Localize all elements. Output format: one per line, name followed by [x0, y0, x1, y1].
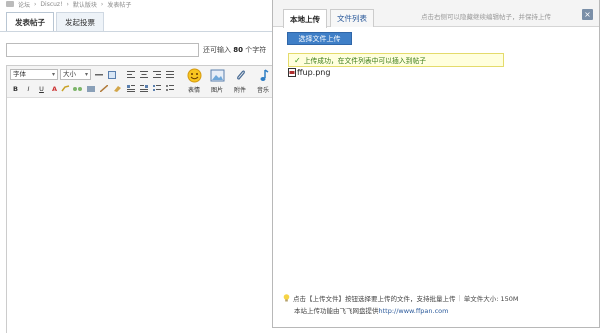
ordered-list-icon[interactable]	[152, 84, 161, 93]
italic-icon[interactable]: I	[24, 84, 33, 93]
font-family-select[interactable]: 字体	[10, 69, 58, 80]
uploaded-file-item[interactable]: ffup.png	[288, 68, 330, 77]
image-button[interactable]: 图片	[206, 68, 228, 96]
attachment-label: 附件	[233, 87, 246, 94]
font-size-select[interactable]: 大小	[60, 69, 91, 80]
unordered-list-icon[interactable]	[165, 84, 174, 93]
image-file-icon	[288, 68, 296, 77]
music-note-icon	[260, 69, 268, 81]
editor: 字体 大小 B I U A 表情 图片 附件	[6, 65, 281, 334]
breadcrumb-item[interactable]: 论坛	[18, 0, 30, 9]
paperclip-icon	[236, 70, 245, 80]
close-icon[interactable]: ×	[582, 9, 593, 20]
tabs-divider	[0, 31, 280, 32]
breadcrumb-item[interactable]: 默认版块	[73, 0, 97, 9]
align-right-icon[interactable]	[152, 70, 161, 79]
subject-char-hint: 还可输入 80 个字符	[203, 46, 267, 54]
dialog-header: 本地上传 文件列表 点击右侧可以隐藏继续编辑帖子，并保持上传 ×	[273, 0, 599, 28]
float-right-icon[interactable]	[139, 84, 148, 93]
upload-tip: 点击【上传文件】按钮选择要上传的文件，支持批量上传 | 单文件大小: 150M	[283, 293, 518, 303]
upload-dialog: 本地上传 文件列表 点击右侧可以隐藏继续编辑帖子，并保持上传 × 选择文件上传 …	[272, 0, 600, 328]
file-size-limit: 单文件大小: 150M	[463, 295, 519, 303]
tab-new-poll[interactable]: 发起投票	[56, 12, 104, 31]
breadcrumb-item[interactable]: Discuz!	[40, 1, 62, 8]
bold-icon[interactable]: B	[11, 84, 20, 93]
format-icon[interactable]	[113, 84, 122, 93]
underline-icon[interactable]: U	[37, 84, 46, 93]
breadcrumb: 论坛 › Discuz! › 默认版块 › 发表帖子	[0, 0, 280, 8]
quote-icon[interactable]	[86, 84, 95, 93]
font-color-icon[interactable]: A	[50, 84, 59, 93]
check-icon: ✓	[294, 55, 301, 65]
home-icon[interactable]	[6, 1, 14, 7]
upload-tip-text: 点击【上传文件】按钮选择要上传的文件，支持批量上传	[293, 295, 456, 303]
unlink-icon[interactable]	[73, 84, 82, 93]
smiley-icon	[187, 68, 201, 83]
post-tabs: 发表帖子 发起投票	[6, 12, 106, 31]
link-icon[interactable]	[61, 84, 70, 93]
attachment-button[interactable]: 附件	[229, 68, 251, 96]
ffpan-link[interactable]: http://www.ffpan.com	[379, 307, 449, 315]
powered-by-text: 本站上传功能由飞飞网盘提供	[294, 307, 379, 315]
editor-content-area[interactable]	[7, 98, 281, 334]
align-left-icon[interactable]	[126, 70, 135, 79]
tab-local-upload[interactable]: 本地上传	[283, 9, 327, 28]
smiley-label: 表情	[187, 87, 200, 94]
music-button[interactable]: 音乐	[252, 68, 274, 96]
table-icon[interactable]	[107, 70, 116, 79]
tab-new-post[interactable]: 发表帖子	[6, 12, 54, 31]
success-text: 上传成功，在文件列表中可以插入到帖子	[303, 57, 427, 65]
image-label: 图片	[210, 87, 223, 94]
upload-success-message: ✓ 上传成功，在文件列表中可以插入到帖子	[288, 53, 504, 67]
breadcrumb-item: 发表帖子	[107, 1, 132, 9]
align-center-icon[interactable]	[139, 70, 148, 79]
dialog-hint: 点击右侧可以隐藏继续编辑帖子，并保持上传	[421, 13, 551, 21]
smiley-button[interactable]: 表情	[183, 68, 205, 96]
editor-toolbar: 字体 大小 B I U A 表情 图片 附件	[7, 66, 281, 98]
lightbulb-icon	[283, 294, 290, 302]
select-file-upload-button[interactable]: 选择文件上传	[287, 32, 352, 45]
image-icon	[210, 69, 224, 82]
tab-file-list[interactable]: 文件列表	[330, 9, 374, 27]
hr-icon[interactable]	[94, 70, 103, 79]
file-name: ffup.png	[297, 68, 331, 77]
code-icon[interactable]	[99, 84, 108, 93]
music-label: 音乐	[256, 87, 269, 94]
justify-icon[interactable]	[165, 70, 174, 79]
float-left-icon[interactable]	[126, 84, 135, 93]
powered-by: 本站上传功能由飞飞网盘提供http://www.ffpan.com	[294, 305, 449, 315]
subject-input[interactable]	[6, 43, 199, 57]
